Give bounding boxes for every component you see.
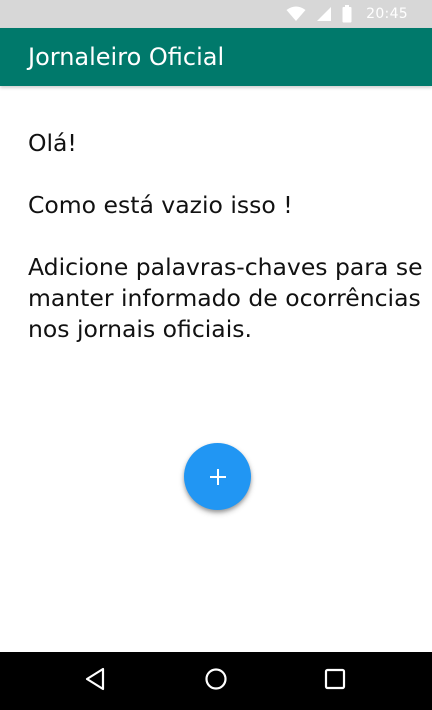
back-button[interactable]	[65, 652, 125, 710]
home-icon	[204, 667, 228, 695]
instructions-text: Adicione palavras-chaves para se manter …	[28, 253, 423, 343]
navigation-bar	[0, 652, 432, 710]
status-icons: 20:45	[286, 0, 408, 28]
empty-state-content: Olá! Como está vazio isso ! Adicione pal…	[28, 128, 423, 345]
app-bar: Jornaleiro Oficial	[0, 28, 432, 86]
add-keyword-button[interactable]	[184, 443, 251, 510]
status-bar: 20:45	[0, 0, 432, 28]
home-button[interactable]	[186, 652, 246, 710]
status-time: 20:45	[366, 6, 408, 22]
battery-icon	[342, 5, 352, 23]
app-title: Jornaleiro Oficial	[28, 43, 225, 71]
recents-icon	[324, 668, 346, 694]
empty-message-text: Como está vazio isso !	[28, 191, 293, 219]
recents-button[interactable]	[305, 652, 365, 710]
wifi-icon	[286, 6, 306, 22]
signal-icon	[316, 6, 332, 22]
greeting-text: Olá!	[28, 129, 77, 157]
back-icon	[84, 667, 106, 695]
